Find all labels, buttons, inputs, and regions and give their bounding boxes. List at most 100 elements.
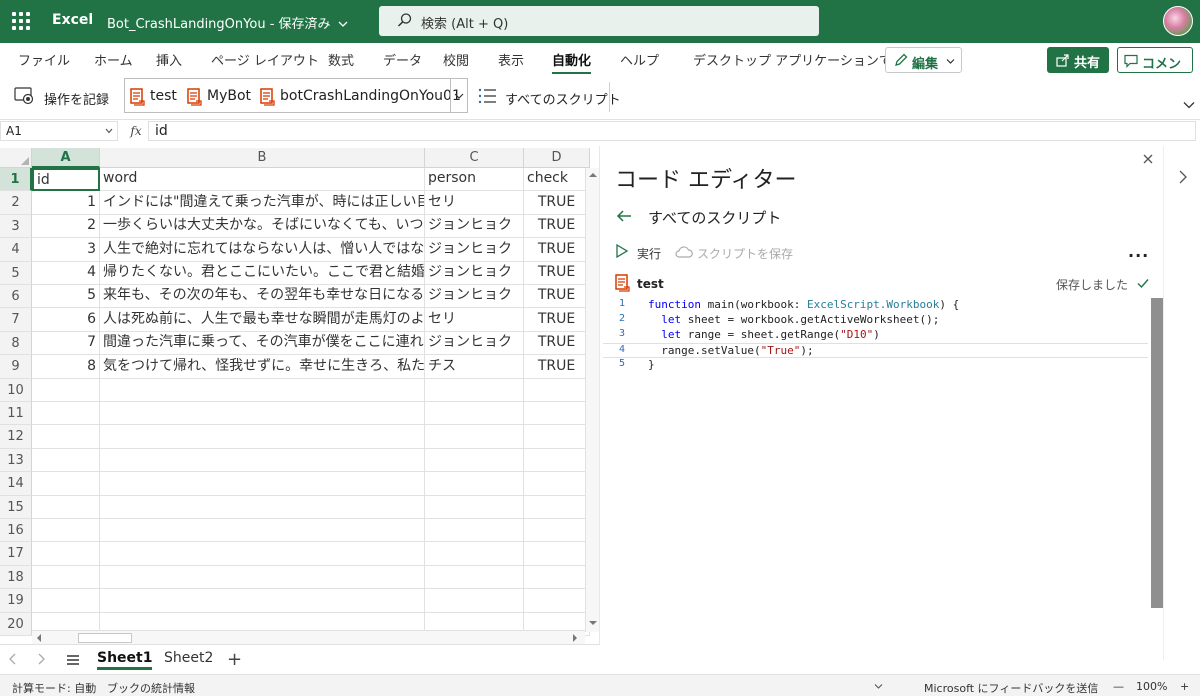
cell-d9[interactable]: TRUE [524, 355, 590, 379]
horizontal-scroll-thumb[interactable] [78, 633, 132, 643]
avatar[interactable] [1163, 6, 1193, 36]
chevron-down-icon[interactable] [874, 683, 883, 690]
column-header-a[interactable]: A [32, 148, 100, 168]
tab-review[interactable]: 校閲 [443, 50, 469, 69]
cell-c4[interactable]: ジョンヒョク [425, 238, 524, 262]
workbook-statistics[interactable]: ブックの統計情報 [107, 680, 195, 696]
cell-d16[interactable] [524, 519, 590, 542]
cell-c11[interactable] [425, 402, 524, 425]
cell-b17[interactable] [100, 542, 425, 566]
back-to-all-scripts-link[interactable]: すべてのスクリプト [648, 207, 781, 228]
code-editor[interactable]: 1 function main(workbook: ExcelScript.Wo… [603, 298, 1163, 660]
zoom-out-button[interactable]: — [1113, 680, 1124, 693]
cell-c19[interactable] [425, 589, 524, 613]
cell-c6[interactable]: ジョンヒョク [425, 285, 524, 308]
row-header[interactable]: 8 [0, 332, 32, 355]
cell-d10[interactable] [524, 379, 590, 402]
tab-formulas[interactable]: 数式 [328, 50, 354, 69]
cell-b7[interactable]: 人は死ぬ前に、人生で最も幸せな瞬間が走馬灯のよう [100, 308, 425, 332]
cell-b18[interactable] [100, 566, 425, 589]
chevron-left-icon[interactable] [8, 653, 18, 665]
chevron-right-icon[interactable] [1178, 170, 1188, 184]
tab-page-layout[interactable]: ページ レイアウト [211, 50, 319, 69]
column-header-c[interactable]: C [425, 148, 524, 168]
code-line[interactable]: 2 let sheet = workbook.getActiveWorkshee… [603, 313, 1148, 328]
row-header[interactable]: 6 [0, 285, 32, 308]
calculation-mode[interactable]: 計算モード: 自動 [12, 680, 96, 696]
zoom-level[interactable]: 100% [1136, 680, 1167, 693]
edit-mode-button[interactable]: 編集 [885, 47, 962, 73]
row-header[interactable]: 19 [0, 589, 32, 613]
more-options-button[interactable]: ... [1128, 242, 1149, 261]
cell-d14[interactable] [524, 472, 590, 496]
back-arrow-icon[interactable] [615, 208, 633, 224]
code-line[interactable]: 1 function main(workbook: ExcelScript.Wo… [603, 298, 1148, 313]
comments-button[interactable]: コメント [1117, 47, 1193, 91]
cell-c5[interactable]: ジョンヒョク [425, 262, 524, 285]
cell-a17[interactable] [32, 542, 100, 566]
column-header-d[interactable]: D [524, 148, 590, 168]
cell-b12[interactable] [100, 425, 425, 449]
tab-file[interactable]: ファイル [18, 50, 70, 69]
cell-d18[interactable] [524, 566, 590, 589]
cell-c3[interactable]: ジョンヒョク [425, 215, 524, 238]
cell-b19[interactable] [100, 589, 425, 613]
cell-d4[interactable]: TRUE [524, 238, 590, 262]
cell-d12[interactable] [524, 425, 590, 449]
tab-automate[interactable]: 自動化 [552, 50, 592, 75]
cell-b14[interactable] [100, 472, 425, 496]
chevron-right-icon[interactable] [36, 653, 46, 665]
cell-a10[interactable] [32, 379, 100, 402]
cell-d2[interactable]: TRUE [524, 191, 590, 215]
cell-c18[interactable] [425, 566, 524, 589]
cell-c14[interactable] [425, 472, 524, 496]
cell-b8[interactable]: 間違った汽車に乗って、その汽車が僕をここに連れて [100, 332, 425, 355]
tab-home[interactable]: ホーム [94, 50, 133, 69]
tab-insert[interactable]: 挿入 [156, 50, 182, 69]
cell-c10[interactable] [425, 379, 524, 402]
name-box[interactable]: A1 [0, 121, 118, 141]
horizontal-scrollbar[interactable] [32, 630, 585, 644]
row-header[interactable]: 4 [0, 238, 32, 262]
cell-b11[interactable] [100, 402, 425, 425]
cell-a16[interactable] [32, 519, 100, 542]
cell-a12[interactable] [32, 425, 100, 449]
app-launcher-icon[interactable] [12, 12, 30, 30]
gallery-expand-button[interactable] [450, 79, 467, 112]
feedback-link[interactable]: Microsoft にフィードバックを送信 [924, 680, 1098, 696]
cell-d15[interactable] [524, 496, 590, 519]
cell-d19[interactable] [524, 589, 590, 613]
all-sheets-menu-icon[interactable] [66, 654, 80, 666]
ribbon-collapse-icon[interactable] [1183, 100, 1195, 110]
file-name-menu[interactable]: Bot_CrashLandingOnYou - 保存済み [107, 13, 348, 32]
sheet-tab-sheet2[interactable]: Sheet2 [164, 650, 213, 666]
row-header[interactable]: 7 [0, 308, 32, 332]
cell-a6[interactable]: 5 [32, 285, 100, 308]
row-header[interactable]: 17 [0, 542, 32, 566]
cell-c9[interactable]: チス [425, 355, 524, 379]
row-header[interactable]: 12 [0, 425, 32, 449]
code-line[interactable]: 5 } [603, 358, 1148, 373]
row-header[interactable]: 5 [0, 262, 32, 285]
cell-a19[interactable] [32, 589, 100, 613]
cell-d6[interactable]: TRUE [524, 285, 590, 308]
cell-d1[interactable]: check [524, 168, 590, 191]
cell-a3[interactable]: 2 [32, 215, 100, 238]
cell-b16[interactable] [100, 519, 425, 542]
sheet-tab-sheet1[interactable]: Sheet1 [97, 650, 153, 670]
formula-input[interactable]: id [148, 121, 1196, 141]
row-header[interactable]: 2 [0, 191, 32, 215]
cell-c13[interactable] [425, 449, 524, 472]
cell-a18[interactable] [32, 566, 100, 589]
cell-d3[interactable]: TRUE [524, 215, 590, 238]
search-box[interactable]: 検索 (Alt + Q) [379, 6, 819, 36]
cell-b10[interactable] [100, 379, 425, 402]
cell-a5[interactable]: 4 [32, 262, 100, 285]
cell-c17[interactable] [425, 542, 524, 566]
row-header[interactable]: 1 [0, 168, 32, 191]
cell-d5[interactable]: TRUE [524, 262, 590, 285]
cell-d17[interactable] [524, 542, 590, 566]
cell-b15[interactable] [100, 496, 425, 519]
cell-a1[interactable]: id [32, 168, 100, 191]
share-button[interactable]: 共有 [1047, 47, 1109, 73]
